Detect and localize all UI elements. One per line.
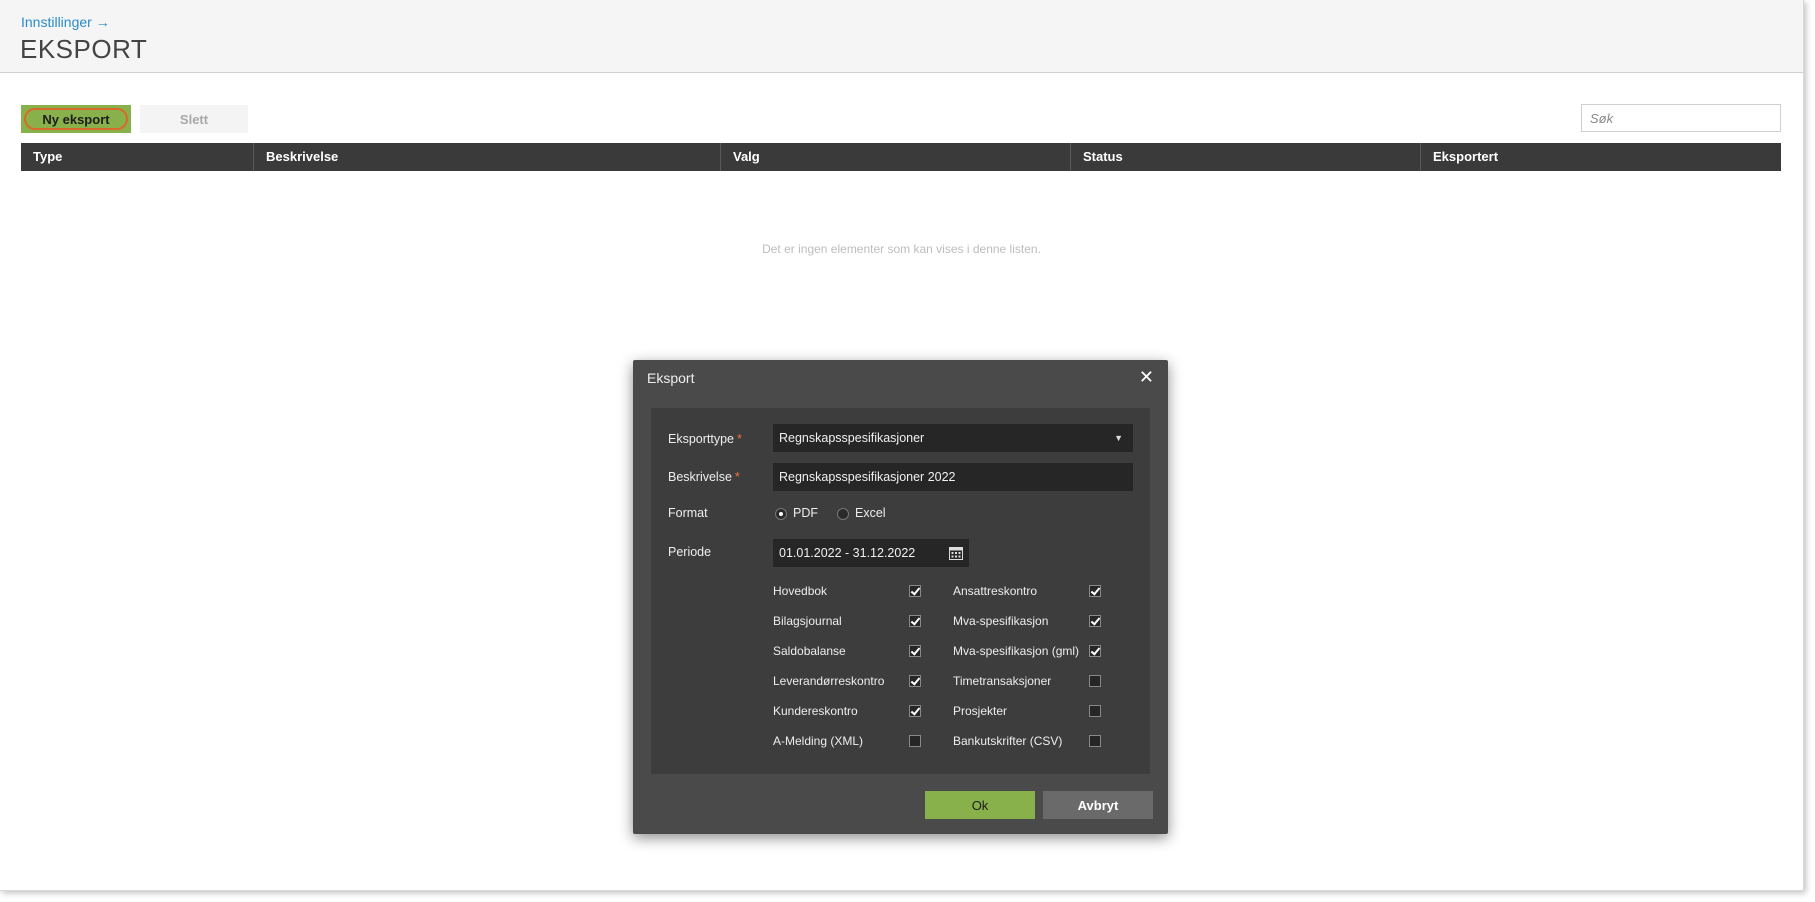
new-export-label: Ny eksport — [42, 111, 110, 127]
cancel-button[interactable]: Avbryt — [1043, 791, 1153, 819]
checkbox-projects[interactable] — [1089, 705, 1101, 717]
breadcrumb[interactable]: Innstillinger → — [21, 14, 110, 30]
checkbox-supplier-ledger[interactable] — [909, 675, 921, 687]
checkbox-label-time-transactions[interactable]: Timetransaksjoner — [953, 674, 1051, 688]
dialog-body: Eksporttype * Regnskapsspesifikasjoner ▼ … — [651, 408, 1150, 774]
column-header-exported[interactable]: Eksportert — [1421, 143, 1781, 171]
period-input[interactable]: 01.01.2022 - 31.12.2022 — [773, 539, 969, 567]
format-label: Format — [668, 506, 708, 520]
export-type-label-text: Eksporttype — [668, 432, 735, 446]
format-pdf-radio[interactable] — [775, 508, 787, 520]
export-type-select[interactable]: Regnskapsspesifikasjoner ▼ — [773, 424, 1133, 452]
column-header-options[interactable]: Valg — [721, 143, 1071, 171]
chevron-down-icon: ▼ — [1114, 433, 1123, 443]
page-title: EKSPORT — [20, 34, 148, 64]
period-value: 01.01.2022 - 31.12.2022 — [779, 546, 916, 560]
checkbox-time-transactions[interactable] — [1089, 675, 1101, 687]
checkbox-a-melding[interactable] — [909, 735, 921, 747]
checkbox-bank-statements[interactable] — [1089, 735, 1101, 747]
checkbox-label-voucher-journal[interactable]: Bilagsjournal — [773, 614, 842, 628]
page-header: Innstillinger → EKSPORT — [0, 0, 1803, 73]
checkbox-label-vat-spec[interactable]: Mva-spesifikasjon — [953, 614, 1048, 628]
checkbox-trial-balance[interactable] — [909, 645, 921, 657]
calendar-icon[interactable] — [949, 546, 963, 560]
checkbox-vat-spec[interactable] — [1089, 615, 1101, 627]
checkbox-employee-ledger[interactable] — [1089, 585, 1101, 597]
app-frame: Innstillinger → EKSPORT Ny eksport Slett… — [0, 0, 1804, 891]
column-header-type[interactable]: Type — [21, 143, 254, 171]
format-excel-radio[interactable] — [837, 508, 849, 520]
checkbox-label-employee-ledger[interactable]: Ansattreskontro — [953, 584, 1037, 598]
export-type-value: Regnskapsspesifikasjoner — [779, 431, 925, 445]
export-type-label: Eksporttype * — [668, 432, 742, 446]
close-icon[interactable]: ✕ — [1139, 368, 1154, 386]
checkbox-voucher-journal[interactable] — [909, 615, 921, 627]
dialog-title: Eksport — [647, 370, 695, 386]
required-marker: * — [737, 432, 742, 446]
checkbox-vat-spec-old[interactable] — [1089, 645, 1101, 657]
format-excel-label[interactable]: Excel — [855, 506, 886, 520]
ok-button[interactable]: Ok — [925, 791, 1035, 819]
checkbox-label-vat-spec-old[interactable]: Mva-spesifikasjon (gml) — [953, 644, 1079, 658]
required-marker: * — [734, 470, 740, 484]
table-header: Type Beskrivelse Valg Status Eksportert — [21, 143, 1781, 171]
checkbox-general-ledger[interactable] — [909, 585, 921, 597]
new-export-button[interactable]: Ny eksport — [21, 105, 131, 133]
description-label: Beskrivelse * — [668, 470, 740, 484]
description-input[interactable]: Regnskapsspesifikasjoner 2022 — [773, 463, 1133, 491]
checkbox-label-trial-balance[interactable]: Saldobalanse — [773, 644, 846, 658]
period-label: Periode — [668, 545, 712, 559]
export-dialog: Eksport ✕ Eksporttype * Regnskapsspesifik… — [633, 360, 1168, 834]
delete-button[interactable]: Slett — [140, 105, 248, 133]
search-input[interactable] — [1581, 104, 1781, 132]
column-header-description[interactable]: Beskrivelse — [254, 143, 721, 171]
checkbox-label-a-melding[interactable]: A-Melding (XML) — [773, 734, 863, 748]
column-header-status[interactable]: Status — [1071, 143, 1421, 171]
format-pdf-label[interactable]: PDF — [793, 506, 818, 520]
description-label-text: Beskrivelse — [668, 470, 732, 484]
checkbox-label-general-ledger[interactable]: Hovedbok — [773, 584, 827, 598]
empty-list-message: Det er ingen elementer som kan vises i d… — [762, 242, 1041, 256]
checkbox-label-customer-ledger[interactable]: Kundereskontro — [773, 704, 858, 718]
checkbox-label-supplier-ledger[interactable]: Leverandørreskontro — [773, 674, 884, 688]
checkbox-customer-ledger[interactable] — [909, 705, 921, 717]
checkbox-label-projects[interactable]: Prosjekter — [953, 704, 1007, 718]
checkbox-label-bank-statements[interactable]: Bankutskrifter (CSV) — [953, 734, 1062, 748]
